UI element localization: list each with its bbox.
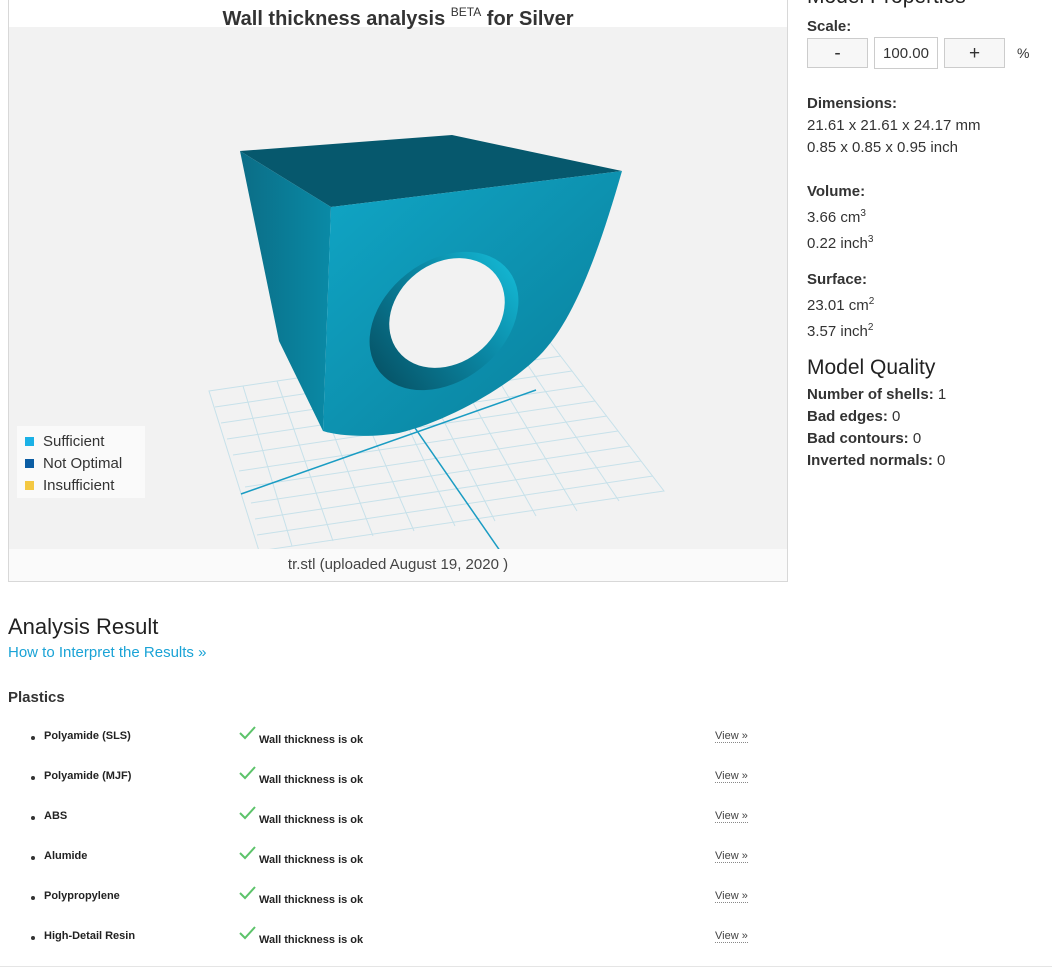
view-link[interactable]: View »	[715, 810, 748, 823]
material-name: Polyamide (SLS)	[44, 730, 131, 742]
bullet	[31, 776, 35, 780]
quality-shells: Number of shells: 1	[807, 386, 947, 403]
bullet	[31, 896, 35, 900]
scale-decrease-button[interactable]: -	[807, 38, 868, 68]
status-text: Wall thickness is ok	[259, 894, 364, 906]
material-name: High-Detail Resin	[44, 930, 136, 942]
bullet	[31, 816, 35, 820]
material-row: Alumide Wall thickness is ok View »	[0, 846, 760, 890]
material-row: ABS Wall thickness is ok View »	[0, 806, 760, 850]
material-name: Alumide	[44, 850, 88, 862]
view-link[interactable]: View »	[715, 730, 748, 743]
surface-inch: 3.57 inch2	[807, 322, 874, 340]
checkmark-icon	[239, 886, 256, 900]
beta-badge: BETA	[450, 5, 482, 19]
model-quality-list: Number of shells: 1 Bad edges: 0 Bad con…	[807, 384, 946, 472]
dimensions-mm: 21.61 x 21.61 x 24.17 mm	[807, 117, 981, 134]
ring-model	[240, 135, 622, 436]
checkmark-icon	[239, 926, 256, 940]
material-name: Polyamide (MJF)	[44, 770, 132, 782]
material-row: Polypropylene Wall thickness is ok View …	[0, 886, 760, 930]
scale-increase-button[interactable]: +	[944, 38, 1005, 68]
bullet	[31, 856, 35, 860]
material-row: Polyamide (MJF) Wall thickness is ok Vie…	[0, 766, 760, 810]
view-link[interactable]: View »	[715, 930, 748, 943]
material-name: ABS	[44, 810, 68, 822]
checkmark-icon	[239, 846, 256, 860]
legend-item-insufficient: Insufficient	[25, 474, 145, 496]
status-text: Wall thickness is ok	[259, 734, 364, 746]
view-link[interactable]: View »	[715, 890, 748, 903]
material-name: Polypropylene	[44, 890, 120, 902]
scale-input[interactable]	[874, 37, 938, 69]
legend-label: Not Optimal	[43, 454, 123, 472]
legend-item-not-optimal: Not Optimal	[25, 452, 145, 474]
plastics-group-title: Plastics	[8, 689, 65, 706]
dimensions-label: Dimensions:	[807, 95, 898, 112]
material-row: Polyamide (SLS) Wall thickness is ok Vie…	[0, 726, 760, 770]
status-text: Wall thickness is ok	[259, 934, 364, 946]
volume-cm: 3.66 cm3	[807, 208, 866, 226]
legend-label: Sufficient	[43, 432, 105, 450]
quality-bad-edges: Bad edges: 0	[807, 408, 901, 425]
analysis-result-title: Analysis Result	[8, 614, 159, 639]
dimensions-inch: 0.85 x 0.85 x 0.95 inch	[807, 139, 958, 156]
legend-swatch	[25, 436, 34, 446]
volume-inch: 0.22 inch3	[807, 234, 874, 252]
quality-bad-contours: Bad contours: 0	[807, 430, 922, 447]
checkmark-icon	[239, 726, 256, 740]
checkmark-icon	[239, 766, 256, 780]
thickness-legend: Sufficient Not Optimal Insufficient	[17, 426, 145, 498]
checkmark-icon	[239, 806, 256, 820]
interpret-results-link[interactable]: How to Interpret the Results »	[8, 644, 206, 661]
surface-block: Surface: 23.01 cm2 3.57 inch2	[807, 269, 874, 343]
view-link[interactable]: View »	[715, 850, 748, 863]
legend-swatch	[25, 480, 34, 490]
viewer-title-text: Wall thickness analysis	[222, 8, 446, 30]
volume-label: Volume:	[807, 183, 866, 200]
status-text: Wall thickness is ok	[259, 814, 364, 826]
legend-item-sufficient: Sufficient	[25, 430, 145, 452]
status-text: Wall thickness is ok	[259, 854, 364, 866]
bullet	[31, 736, 35, 740]
scale-control: - + %	[807, 37, 1029, 69]
volume-block: Volume: 3.66 cm3 0.22 inch3	[807, 181, 873, 255]
scale-label: Scale:	[807, 18, 852, 35]
model-quality-title: Model Quality	[807, 356, 936, 379]
viewer-title-suffix: for Silver	[486, 8, 574, 30]
surface-cm: 23.01 cm2	[807, 296, 875, 314]
legend-swatch	[25, 458, 34, 468]
quality-inverted-normals: Inverted normals: 0	[807, 452, 946, 469]
material-row: High-Detail Resin Wall thickness is ok V…	[0, 926, 760, 970]
legend-label: Insufficient	[43, 476, 115, 494]
bullet	[31, 936, 35, 940]
file-caption: tr.stl (uploaded August 19, 2020 )	[9, 549, 787, 581]
page-fold-divider	[0, 966, 1052, 971]
dimensions-block: Dimensions: 21.61 x 21.61 x 24.17 mm 0.8…	[807, 93, 980, 159]
surface-label: Surface:	[807, 271, 868, 288]
status-text: Wall thickness is ok	[259, 774, 364, 786]
model-viewer[interactable]: Wall thickness analysis BETA for Silver …	[8, 0, 788, 582]
view-link[interactable]: View »	[715, 770, 748, 783]
scale-unit: %	[1017, 45, 1030, 61]
viewer-title: Wall thickness analysis BETA for Silver	[9, 0, 787, 30]
model-properties-title: Model Properties	[807, 0, 966, 9]
